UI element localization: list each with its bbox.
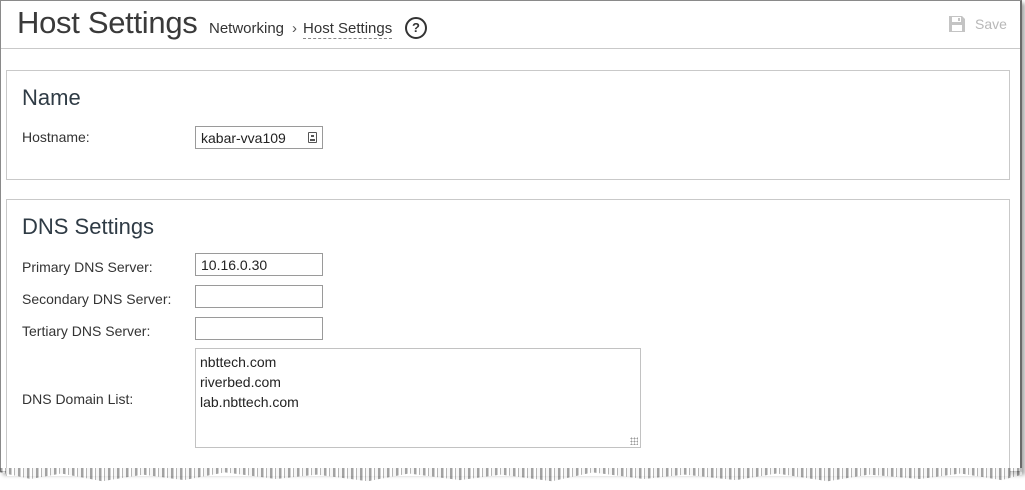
hostname-value: kabar-vva109 bbox=[201, 130, 286, 146]
tertiary-dns-label: Tertiary DNS Server: bbox=[22, 323, 151, 339]
question-circle-icon[interactable]: ? bbox=[405, 17, 427, 39]
dns-settings-panel: DNS Settings Primary DNS Server: 10.16.0… bbox=[6, 199, 1010, 476]
name-panel: Name Hostname: kabar-vva109 bbox=[6, 70, 1010, 180]
tertiary-dns-field[interactable] bbox=[195, 317, 323, 340]
resize-grip-icon[interactable] bbox=[630, 437, 638, 445]
breadcrumb-separator: › bbox=[292, 20, 298, 37]
hostname-field[interactable]: kabar-vva109 bbox=[195, 126, 323, 149]
dns-domain-list-label: DNS Domain List: bbox=[22, 391, 134, 407]
save-label: Save bbox=[975, 16, 1007, 32]
primary-dns-label: Primary DNS Server: bbox=[22, 259, 153, 275]
domain-list-line: lab.nbttech.com bbox=[200, 394, 299, 410]
domain-list-line: riverbed.com bbox=[200, 374, 281, 390]
section-title-name: Name bbox=[22, 85, 81, 110]
contact-card-icon[interactable] bbox=[308, 132, 317, 143]
page-title: Host Settings bbox=[17, 5, 198, 40]
secondary-dns-label: Secondary DNS Server: bbox=[22, 291, 172, 307]
floppy-disk-icon bbox=[949, 16, 965, 32]
torn-edge-decoration bbox=[0, 468, 1022, 482]
secondary-dns-field[interactable] bbox=[195, 285, 323, 308]
page-header: Host Settings Networking › Host Settings ?… bbox=[1, 1, 1020, 49]
breadcrumb-item-networking[interactable]: Networking bbox=[209, 20, 284, 37]
section-title-dns: DNS Settings bbox=[22, 214, 155, 239]
dns-domain-list-textarea[interactable]: nbttech.com riverbed.com lab.nbttech.com bbox=[195, 348, 641, 448]
breadcrumb-item-host-settings[interactable]: Host Settings bbox=[303, 20, 393, 39]
save-button[interactable]: Save bbox=[947, 13, 1007, 35]
domain-list-line: nbttech.com bbox=[200, 354, 277, 370]
hostname-label: Hostname: bbox=[22, 129, 90, 145]
primary-dns-field[interactable]: 10.16.0.30 bbox=[195, 253, 323, 276]
app-window: Host Settings Networking › Host Settings ?… bbox=[0, 0, 1022, 476]
breadcrumb: Networking › Host Settings bbox=[209, 20, 393, 39]
